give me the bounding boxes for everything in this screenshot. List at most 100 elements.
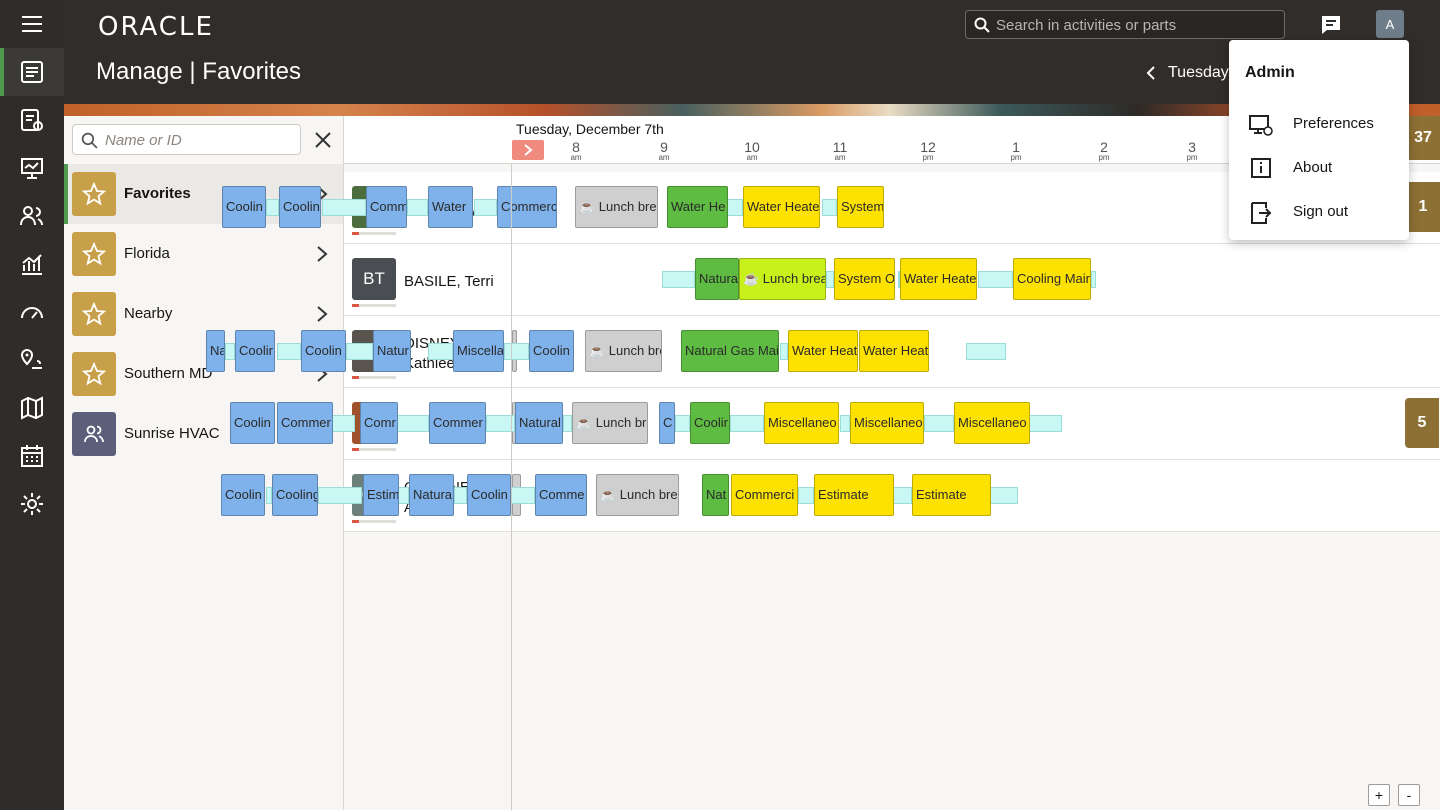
activity-block[interactable]: Comme: [535, 474, 587, 516]
map-icon[interactable]: [0, 384, 64, 432]
activity-block[interactable]: Water Heat: [788, 330, 858, 372]
chat-icon[interactable]: [1320, 14, 1342, 36]
search-input[interactable]: [996, 14, 1276, 36]
activity-block[interactable]: Coolir: [690, 402, 730, 444]
travel-segment: [428, 343, 453, 360]
resource-filter: [72, 124, 301, 155]
menu-icon[interactable]: [0, 0, 64, 48]
zoom-out-button[interactable]: -: [1398, 784, 1420, 806]
activity-block[interactable]: Coolin: [529, 330, 574, 372]
chevron-left-icon[interactable]: [1146, 65, 1156, 81]
travel-segment: [511, 487, 535, 504]
travel-segment: [397, 415, 429, 432]
travel-segment: [454, 487, 467, 504]
utilization-bar: [352, 376, 396, 379]
unassigned-count-badge[interactable]: 37: [1406, 116, 1440, 160]
activity-block[interactable]: Nat: [702, 474, 729, 516]
about-menu-item[interactable]: About: [1229, 148, 1409, 188]
resource-filter-input[interactable]: [105, 130, 295, 150]
activity-block[interactable]: Water Heat: [859, 330, 929, 372]
resource-name[interactable]: BASILE, Terri: [404, 272, 494, 292]
chevron-right-icon[interactable]: [314, 304, 330, 324]
activity-block[interactable]: System O: [834, 258, 895, 300]
go-to-now-button[interactable]: [512, 140, 544, 160]
activity-block[interactable]: Coolin: [301, 330, 346, 372]
activity-block[interactable]: Natura: [695, 258, 739, 300]
hour-tick: 3 pm: [1186, 139, 1198, 162]
utilization-bar: [352, 448, 396, 451]
activity-block[interactable]: Miscellaneo: [954, 402, 1030, 444]
activity-block[interactable]: Coolin: [279, 186, 321, 228]
activity-block[interactable]: Commerci: [731, 474, 798, 516]
performance-icon[interactable]: [0, 288, 64, 336]
travel-segment: [407, 199, 428, 216]
activity-block[interactable]: System: [837, 186, 884, 228]
activity-block[interactable]: Coolin: [222, 186, 266, 228]
analytics-icon[interactable]: [0, 240, 64, 288]
activity-block[interactable]: ☕ Lunch brea: [739, 258, 826, 300]
settings-icon[interactable]: [0, 480, 64, 528]
dashboard-icon[interactable]: [0, 144, 64, 192]
activity-block[interactable]: C: [659, 402, 675, 444]
activity-block[interactable]: Miscellaneo: [850, 402, 924, 444]
group-item-florida[interactable]: Florida: [64, 224, 343, 284]
activity-block[interactable]: Water He: [667, 186, 728, 228]
day-label: Tuesday, December 7th: [516, 121, 664, 137]
travel-segment: [474, 199, 497, 216]
activity-block[interactable]: Estim: [363, 474, 399, 516]
activity-block[interactable]: Estimate: [912, 474, 991, 516]
hour-tick: 12 pm: [920, 139, 936, 162]
resource-avatar[interactable]: BT: [352, 258, 396, 300]
travel-segment: [331, 415, 355, 432]
activity-block[interactable]: Cooling Main: [1013, 258, 1091, 300]
activity-block[interactable]: Miscella: [453, 330, 504, 372]
chevron-right-icon[interactable]: [314, 244, 330, 264]
activity-block[interactable]: Miscellaneo: [764, 402, 839, 444]
activity-block[interactable]: Comm: [366, 186, 407, 228]
preferences-icon: [1249, 115, 1273, 136]
sign-out-menu-item[interactable]: Sign out: [1229, 192, 1409, 232]
close-icon[interactable]: [313, 130, 333, 150]
date-label[interactable]: Tuesday: [1168, 64, 1229, 82]
user-menu: Admin Preferences About Sign out: [1229, 40, 1409, 240]
activity-block[interactable]: ☕ Lunch brea: [596, 474, 679, 516]
activity-block[interactable]: Natur: [373, 330, 411, 372]
activity-block[interactable]: Coolir: [235, 330, 275, 372]
activity-block[interactable]: ☕ Lunch bre: [585, 330, 662, 372]
utilization-bar: [352, 232, 396, 235]
preferences-menu-item[interactable]: Preferences: [1229, 104, 1409, 144]
activity-block[interactable]: Commer: [429, 402, 486, 444]
activity-block[interactable]: Na: [206, 330, 225, 372]
activity-block[interactable]: Commer: [277, 402, 333, 444]
activity-report-icon[interactable]: [0, 96, 64, 144]
activity-block[interactable]: Natural: [515, 402, 563, 444]
travel-segment: [780, 343, 788, 360]
calendar-icon[interactable]: [0, 432, 64, 480]
date-navigator: Tuesday: [1146, 64, 1229, 82]
activity-block[interactable]: Coolin: [230, 402, 275, 444]
star-icon: [72, 172, 116, 216]
activity-block[interactable]: Comr: [360, 402, 398, 444]
resources-icon[interactable]: [0, 192, 64, 240]
routing-icon[interactable]: [0, 336, 64, 384]
activity-block[interactable]: Water Heate: [743, 186, 820, 228]
activity-count-badge[interactable]: 1: [1406, 182, 1440, 232]
travel-segment: [990, 487, 1018, 504]
user-avatar-button[interactable]: A: [1376, 10, 1404, 38]
activity-block[interactable]: Estimate: [814, 474, 894, 516]
travel-segment: [966, 343, 1006, 360]
activity-block[interactable]: Natura: [409, 474, 454, 516]
zoom-in-button[interactable]: +: [1368, 784, 1390, 806]
activity-block[interactable]: ☕ Lunch bre: [572, 402, 648, 444]
activity-block[interactable]: Water Heate: [900, 258, 977, 300]
activity-block[interactable]: Coolin: [221, 474, 265, 516]
activity-block[interactable]: ☕ Lunch brea: [575, 186, 658, 228]
activity-block[interactable]: Cooling: [272, 474, 318, 516]
activity-block[interactable]: Natural Gas Mai: [681, 330, 779, 372]
activity-block[interactable]: Coolin: [467, 474, 511, 516]
travel-segment: [1028, 415, 1062, 432]
activity-count-badge[interactable]: 5: [1405, 398, 1439, 448]
activity-block[interactable]: Commerc: [497, 186, 557, 228]
activity-block[interactable]: Water: [428, 186, 473, 228]
dispatch-console-icon[interactable]: [0, 48, 64, 96]
